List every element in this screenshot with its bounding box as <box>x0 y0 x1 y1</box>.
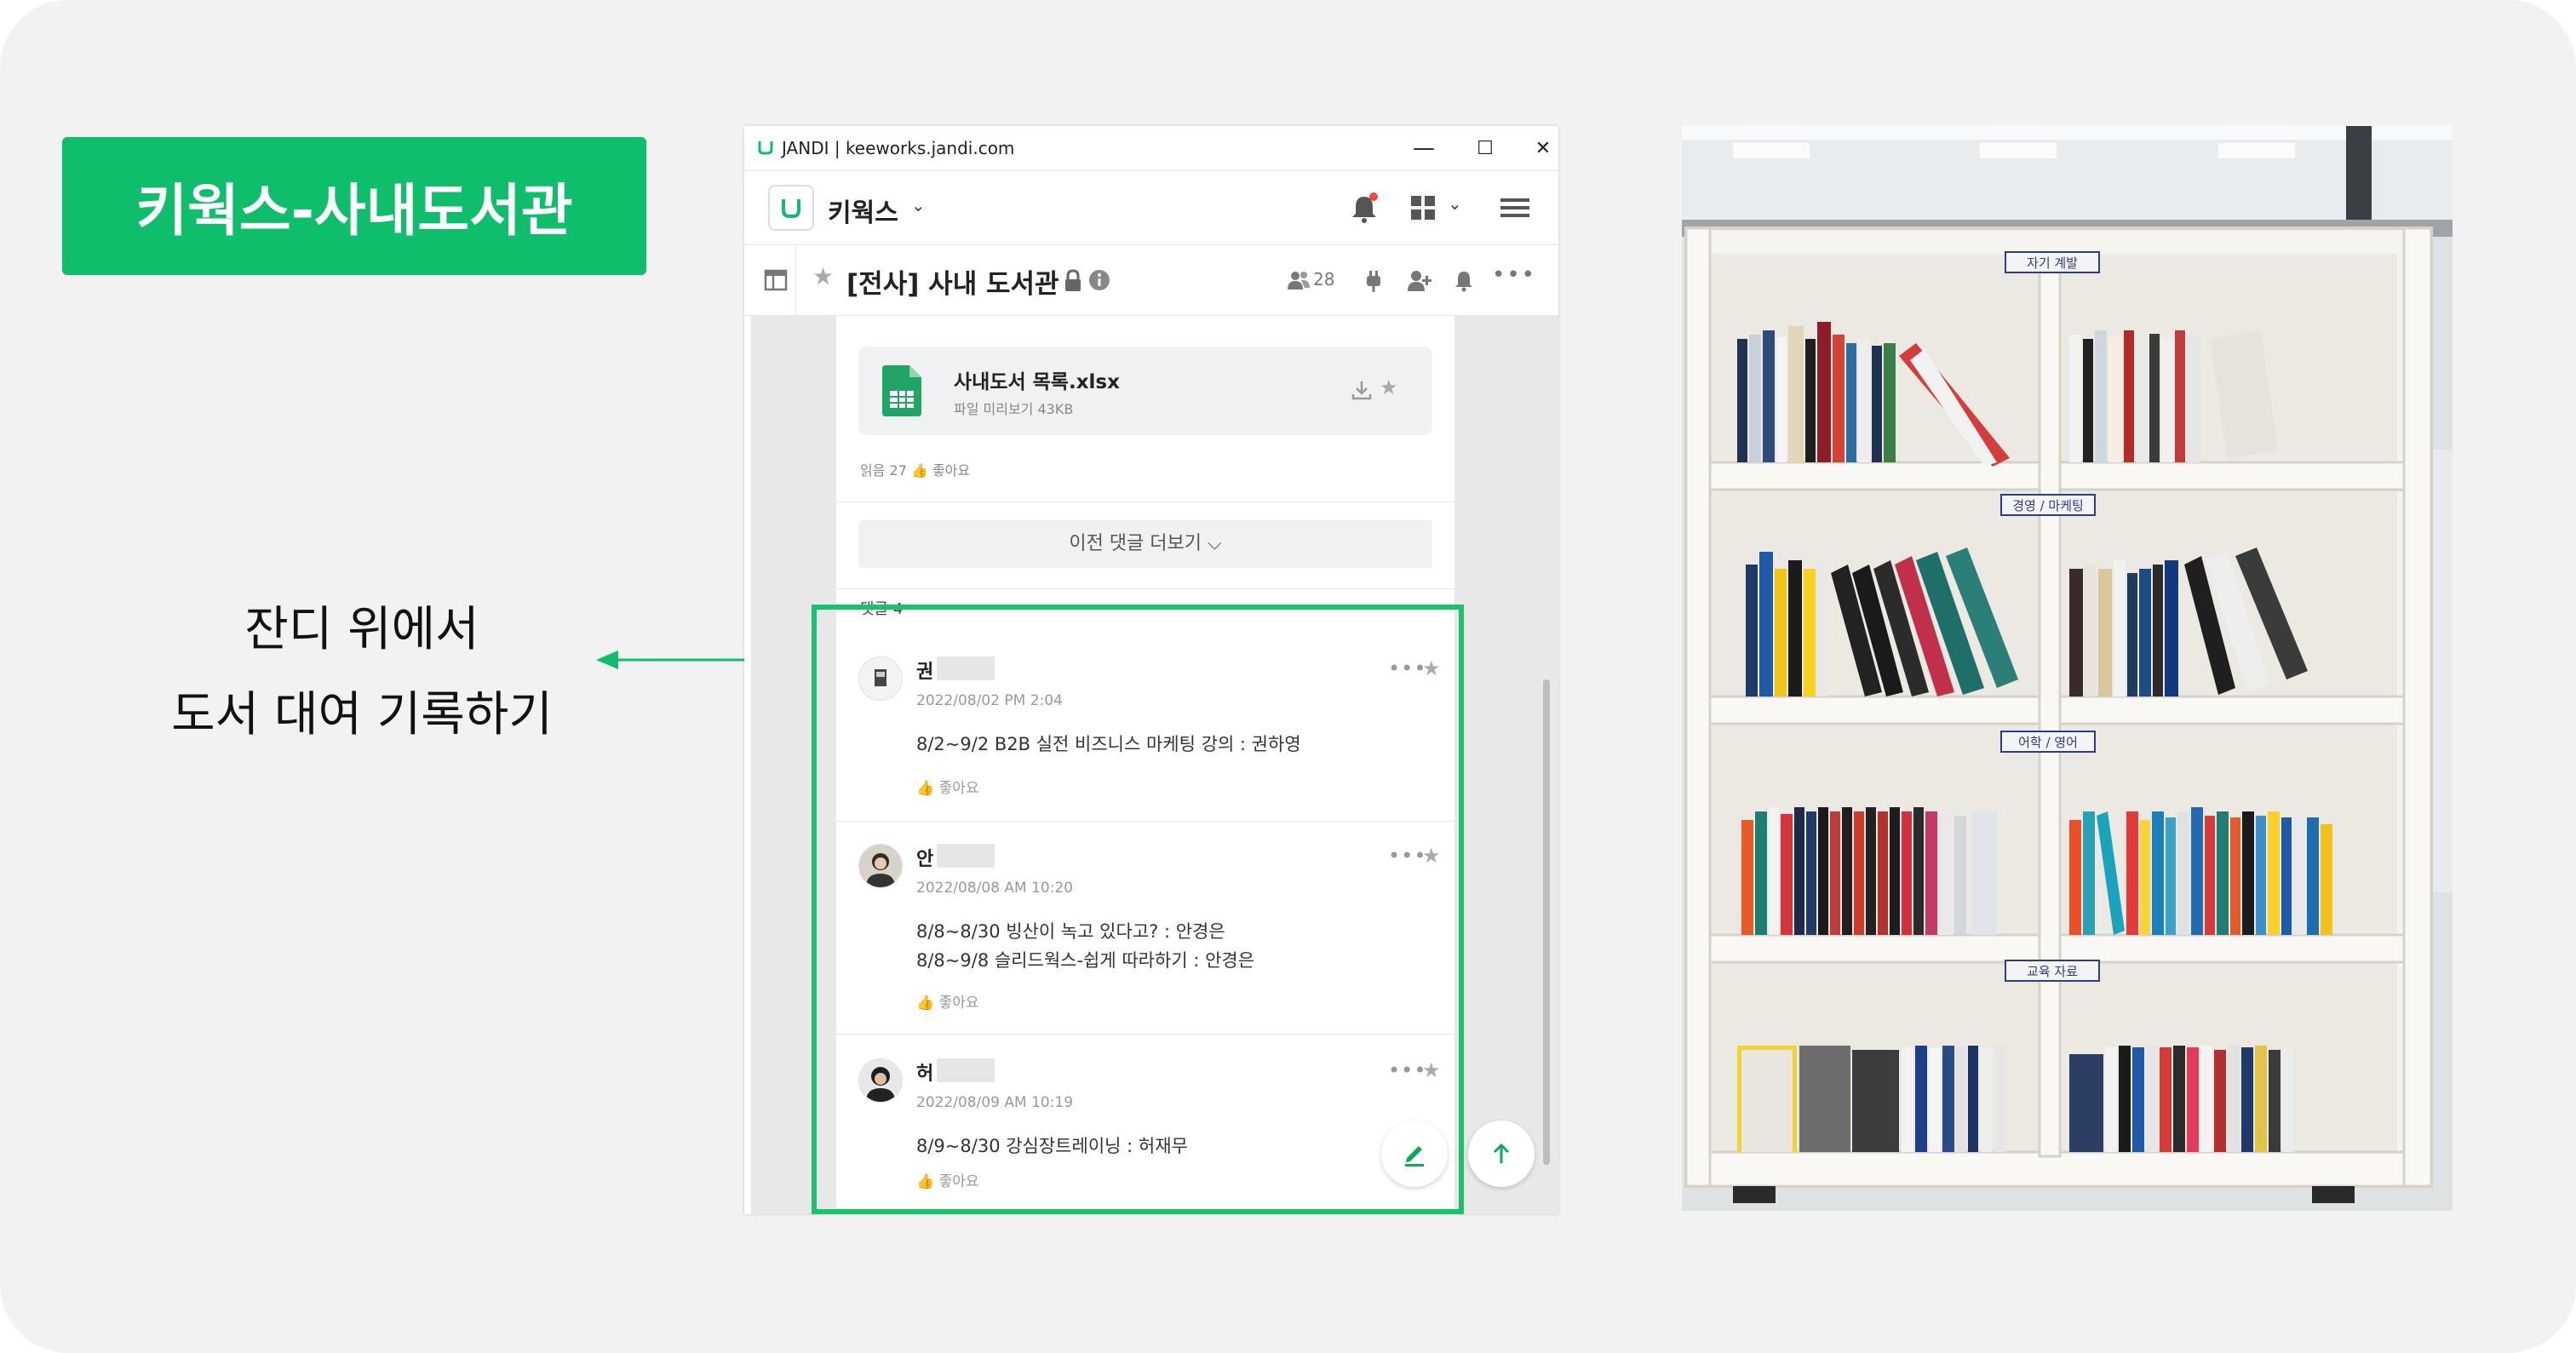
bell-icon[interactable] <box>1347 192 1381 226</box>
file-info: 파일 미리보기 43KB <box>954 401 1074 417</box>
slide-background: 키웍스-사내도서관 잔디 위에서 도서 대여 기록하기 JANDI | keew… <box>0 0 2576 1353</box>
team-name[interactable]: 키웍스 <box>828 192 898 229</box>
download-icon[interactable] <box>1351 379 1373 401</box>
notification-bell-icon[interactable] <box>1453 269 1475 293</box>
highlight-box <box>812 605 1464 1214</box>
app-header: 키웍스 ⌄ ⌄ <box>744 171 1558 245</box>
window-title: JANDI | keeworks.jandi.com <box>782 138 1015 158</box>
jandi-logo-icon <box>782 199 800 218</box>
arrow-up-icon <box>1493 1143 1510 1163</box>
invite-member-icon[interactable] <box>1407 269 1432 293</box>
hamburger-menu-icon[interactable] <box>1499 195 1531 221</box>
members-icon[interactable] <box>1286 269 1311 291</box>
divider <box>836 588 1454 589</box>
shelf-label: 교육 자료 <box>2027 964 2078 979</box>
slide-title-badge: 키웍스-사내도서관 <box>62 137 646 275</box>
close-button[interactable]: ✕ <box>1526 131 1558 165</box>
shelf-label: 자기 계발 <box>2027 255 2078 271</box>
scrollbar-thumb[interactable] <box>1543 679 1550 1165</box>
slide-caption: 잔디 위에서 도서 대여 기록하기 <box>128 588 596 758</box>
shelf-label: 경영 / 마케팅 <box>2012 498 2084 513</box>
lock-icon <box>1065 269 1081 291</box>
caption-line-1: 잔디 위에서 <box>244 602 479 657</box>
spreadsheet-file-icon <box>882 365 921 416</box>
window-titlebar: JANDI | keeworks.jandi.com — ☐ ✕ <box>744 126 1558 171</box>
star-icon[interactable]: ★ <box>812 262 834 290</box>
maximize-button[interactable]: ☐ <box>1468 131 1502 165</box>
chevron-down-icon[interactable]: ⌄ <box>911 195 926 215</box>
member-count: 28 <box>1313 269 1335 290</box>
team-logo[interactable] <box>768 185 814 231</box>
file-attachment[interactable]: 사내도서 목록.xlsx 파일 미리보기 43KB ★ <box>858 347 1432 435</box>
topic-name: [전사] 사내 도서관 <box>846 269 1059 300</box>
bookshelf-photo: 자기 계발 경영 / 마케팅 어학 / 영어 교육 자료 <box>1682 126 2453 1211</box>
minimize-button[interactable]: — <box>1407 131 1441 165</box>
shelf-label: 어학 / 영어 <box>2018 735 2078 750</box>
info-icon[interactable] <box>1088 269 1110 291</box>
caption-line-2: 도서 대여 기록하기 <box>171 687 553 742</box>
file-name[interactable]: 사내도서 목록.xlsx <box>954 365 1120 394</box>
connect-plug-icon[interactable] <box>1363 269 1385 293</box>
more-options-icon[interactable]: ••• <box>1492 262 1536 288</box>
topic-header: ★ [전사] 사내 도서관 28 ••• <box>744 245 1558 316</box>
sidebar-divider <box>744 245 796 315</box>
load-more-comments-button[interactable]: 이전 댓글 더보기 ⌵ <box>858 520 1432 568</box>
post-meta: 읽음 27 👍 좋아요 <box>860 462 971 479</box>
jandi-logo-icon <box>758 141 773 155</box>
scroll-to-top-button[interactable] <box>1468 1121 1535 1187</box>
chevron-down-icon[interactable]: ⌄ <box>1448 193 1462 214</box>
star-icon[interactable]: ★ <box>1380 376 1398 399</box>
grid-apps-icon[interactable] <box>1408 193 1437 222</box>
